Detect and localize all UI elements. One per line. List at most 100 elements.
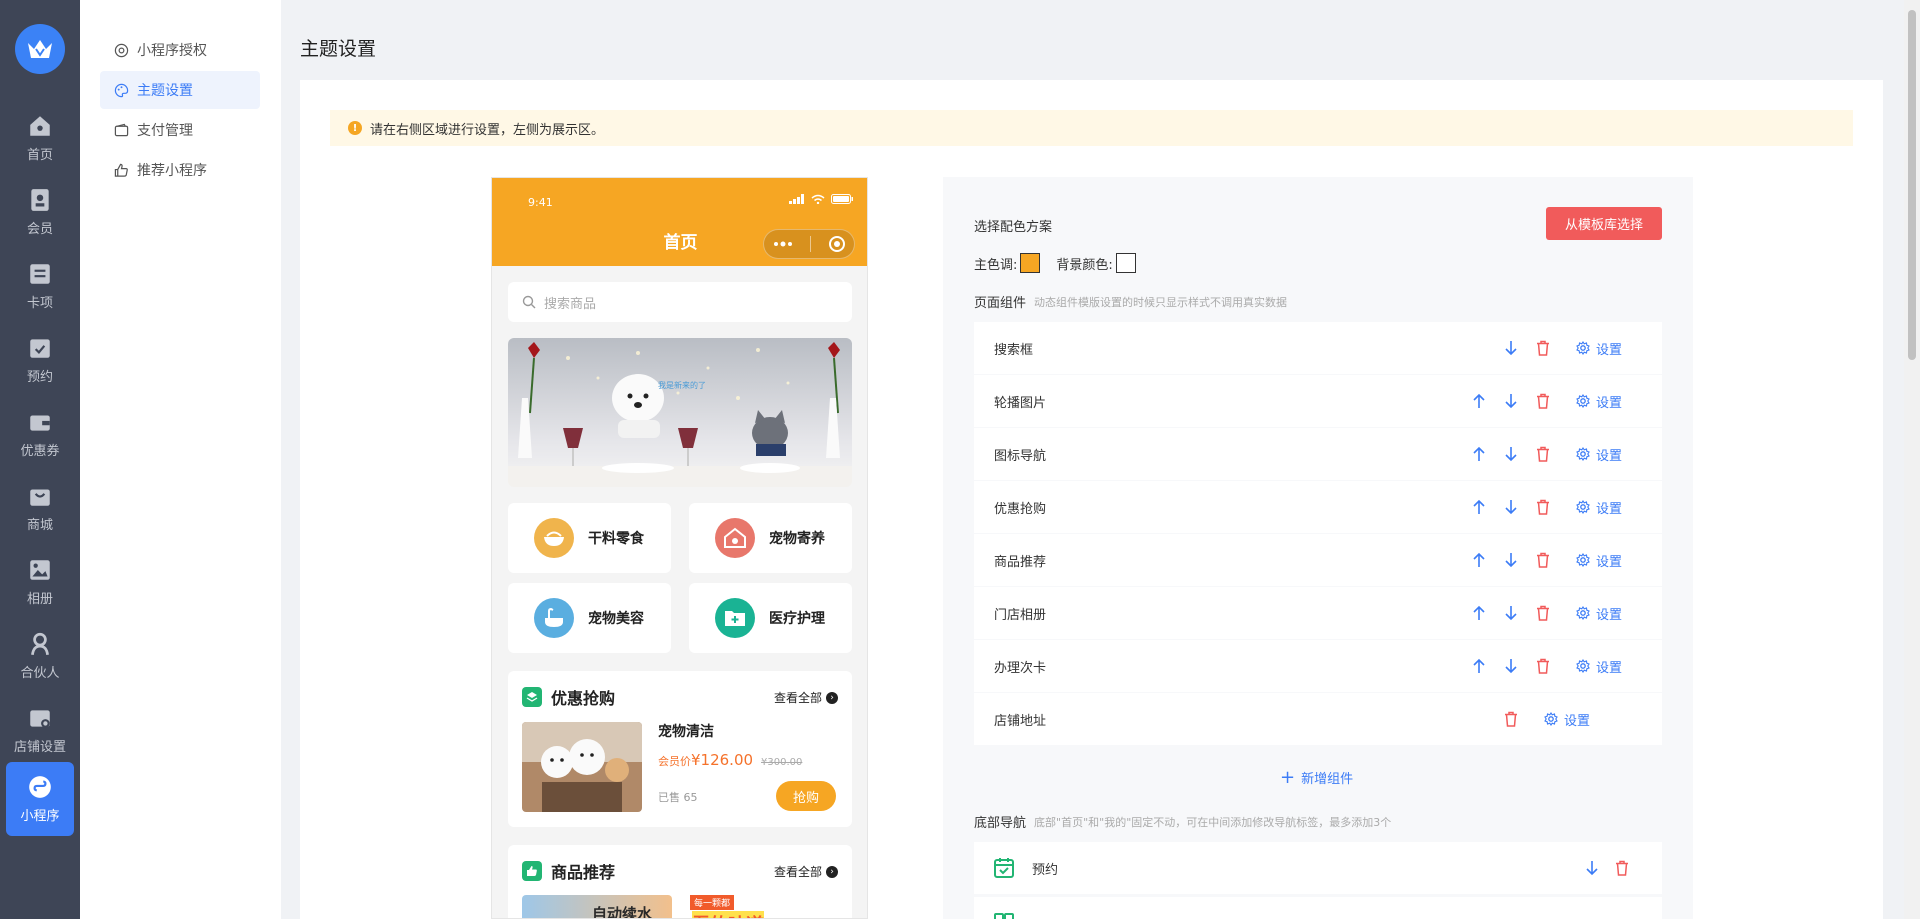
section-title-text: 优惠抢购 xyxy=(551,689,616,708)
flash-sale-section: 优惠抢购 查看全部 › 宠物清洁 会员价 ¥126.00 ¥300.00 已售 … xyxy=(508,671,852,827)
arrow-up-icon[interactable] xyxy=(1472,552,1504,568)
product-image[interactable] xyxy=(522,722,642,812)
arrow-up-icon[interactable] xyxy=(1472,393,1504,409)
nav-item-appointment[interactable]: 预约 xyxy=(6,324,74,396)
nav-item-mall[interactable]: 商城 xyxy=(6,472,74,544)
bg-color-swatch[interactable] xyxy=(1115,253,1136,273)
template-library-button[interactable]: 从模板库选择 xyxy=(1546,207,1662,240)
main-color-swatch[interactable] xyxy=(1020,253,1041,273)
arrow-down-icon[interactable] xyxy=(1504,552,1536,568)
brand-logo[interactable] xyxy=(15,24,65,74)
member-icon xyxy=(31,189,49,211)
recommend-card-badge: 每一颗都 xyxy=(690,895,735,910)
calendar-check-icon xyxy=(994,858,1014,878)
submenu: 小程序授权 主题设置 支付管理 推荐小程序 xyxy=(80,0,281,919)
view-all-link[interactable]: 查看全部 › xyxy=(774,689,838,706)
nav-item-album[interactable]: 相册 xyxy=(6,546,74,618)
arrow-down-icon[interactable] xyxy=(1504,446,1536,462)
nav-item-member[interactable]: 会员 xyxy=(6,176,74,248)
arrow-up-icon[interactable] xyxy=(1472,658,1504,674)
close-target-icon[interactable] xyxy=(828,235,846,253)
pet-house-icon xyxy=(715,518,755,558)
component-row: 搜索框 设置 xyxy=(974,322,1662,374)
member-price: ¥126.00 xyxy=(691,751,754,769)
food-bowl-icon xyxy=(534,518,574,558)
nav-item-mini-program[interactable]: 小程序 xyxy=(6,762,74,836)
recommend-card[interactable]: 每一颗都 吾的味道 xyxy=(688,895,838,918)
row-actions: 设置 xyxy=(1472,339,1622,358)
trash-icon[interactable] xyxy=(1536,446,1576,462)
components-label: 页面组件 xyxy=(974,296,1027,311)
add-component-button[interactable]: + 新增组件 xyxy=(1280,767,1353,788)
arrow-down-icon[interactable] xyxy=(1504,499,1536,515)
recommend-section: 商品推荐 查看全部 › 自动续水 每一颗都 吾的味道 xyxy=(508,845,852,918)
trash-icon[interactable] xyxy=(1504,711,1544,727)
submenu-item-payment[interactable]: 支付管理 xyxy=(100,111,260,149)
component-settings-button[interactable]: 设置 xyxy=(1576,551,1622,570)
pet-bath-icon xyxy=(534,598,574,638)
submenu-item-theme[interactable]: 主题设置 xyxy=(100,71,260,109)
warning-icon: ! xyxy=(348,121,362,135)
trash-icon[interactable] xyxy=(1536,605,1576,621)
palette-icon xyxy=(114,83,129,97)
component-settings-button[interactable]: 设置 xyxy=(1576,339,1622,358)
nav-item-card[interactable]: 卡项 xyxy=(6,250,74,322)
add-component-label: 新增组件 xyxy=(1301,772,1354,787)
arrow-up-icon[interactable] xyxy=(1472,446,1504,462)
arrow-up-icon[interactable] xyxy=(1472,499,1504,515)
nav-item-store-settings[interactable]: 店铺设置 xyxy=(6,694,74,766)
submenu-item-authorization[interactable]: 小程序授权 xyxy=(100,31,260,69)
nav-item-home[interactable]: 首页 xyxy=(6,102,74,174)
category-item[interactable]: 医疗护理 xyxy=(689,583,852,653)
submenu-item-recommend[interactable]: 推荐小程序 xyxy=(100,151,260,189)
gear-icon xyxy=(1576,447,1590,461)
price-row: 会员价 ¥126.00 ¥300.00 xyxy=(658,751,802,769)
component-settings-button[interactable]: 设置 xyxy=(1576,392,1622,411)
phone-search-box[interactable]: 搜索商品 xyxy=(508,282,852,322)
row-actions xyxy=(1585,860,1629,876)
trash-icon[interactable] xyxy=(1536,499,1576,515)
component-settings-button[interactable]: 设置 xyxy=(1576,657,1622,676)
gear-icon xyxy=(1576,553,1590,567)
arrow-down-icon[interactable] xyxy=(1504,658,1536,674)
trash-icon[interactable] xyxy=(1536,658,1576,674)
gear-icon xyxy=(1576,500,1590,514)
component-settings-button[interactable]: 设置 xyxy=(1576,604,1622,623)
arrow-down-icon[interactable] xyxy=(1504,605,1536,621)
recommend-card[interactable]: 自动续水 xyxy=(522,895,672,918)
section-title-text: 商品推荐 xyxy=(551,863,616,882)
trash-icon[interactable] xyxy=(1615,860,1629,876)
trash-icon[interactable] xyxy=(1536,552,1576,568)
main-nav: 首页 会员 卡项 预约 优惠券 商城 相册 合伙人 店铺设置 小程序 xyxy=(0,0,80,919)
arrow-down-icon[interactable] xyxy=(1504,340,1536,356)
category-item[interactable]: 宠物美容 xyxy=(508,583,671,653)
chevron-right-icon: › xyxy=(826,691,838,704)
page-title: 主题设置 xyxy=(300,38,377,60)
nav-item-partner[interactable]: 合伙人 xyxy=(6,620,74,692)
component-settings-button[interactable]: 设置 xyxy=(1576,498,1622,517)
wallet-icon xyxy=(30,415,50,431)
banner-image[interactable]: 我是新来的了 xyxy=(508,338,852,487)
arrow-up-icon[interactable] xyxy=(1472,605,1504,621)
trash-icon[interactable] xyxy=(1536,393,1576,409)
category-item[interactable]: 宠物寄养 xyxy=(689,503,852,573)
page-scrollbar[interactable] xyxy=(1904,0,1920,919)
nav-label: 会员 xyxy=(26,222,53,237)
row-actions: 设置 xyxy=(1472,657,1622,676)
trash-icon[interactable] xyxy=(1536,340,1576,356)
component-settings-button[interactable]: 设置 xyxy=(1576,445,1622,464)
scrollbar-thumb[interactable] xyxy=(1908,10,1916,360)
category-item[interactable]: 干料零食 xyxy=(508,503,671,573)
arrow-down-icon[interactable] xyxy=(1585,860,1599,876)
capsule-menu[interactable] xyxy=(763,229,855,259)
nav-item-coupon[interactable]: 优惠券 xyxy=(6,398,74,470)
buy-button[interactable]: 抢购 xyxy=(776,781,836,811)
submenu-label: 小程序授权 xyxy=(137,43,207,59)
component-settings-button[interactable]: 设置 xyxy=(1544,710,1590,729)
category-label: 宠物寄养 xyxy=(769,531,825,547)
arrow-down-icon[interactable] xyxy=(1504,393,1536,409)
view-all-link[interactable]: 查看全部 › xyxy=(774,863,838,880)
battery-icon xyxy=(831,194,853,204)
album-icon xyxy=(30,560,50,580)
more-dots-icon[interactable] xyxy=(773,241,793,247)
